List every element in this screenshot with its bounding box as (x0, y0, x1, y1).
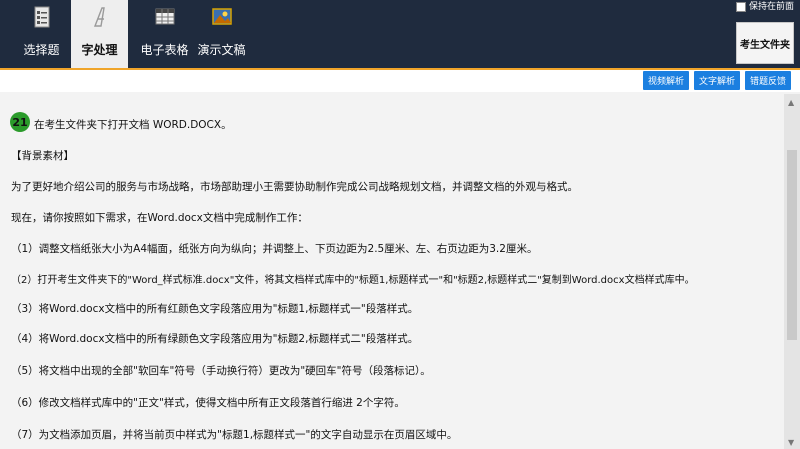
picture-icon (212, 8, 232, 25)
task-item: （4）将Word.docx文档中的所有绿颜色文字段落应用为"标题2,标题样式二"… (11, 333, 419, 345)
tab-word-processing[interactable]: 字处理 (71, 0, 128, 68)
scroll-up-arrow-icon[interactable]: ▲ (788, 98, 796, 107)
text-analysis-button[interactable]: 文字解析 (694, 71, 740, 90)
task-item: （1）调整文档纸张大小为A4幅面，纸张方向为纵向；并调整上、下页边距为2.5厘米… (11, 243, 538, 255)
keep-on-top-label: 保持在前面 (749, 2, 795, 12)
scrollbar-thumb[interactable] (787, 150, 797, 340)
task-item: （2）打开考生文件夹下的"Word_样式标准.docx"文件，将其文档样式库中的… (11, 275, 695, 286)
error-feedback-button[interactable]: 错题反馈 (745, 71, 791, 90)
tab-label: 演示文稿 (197, 43, 246, 57)
letter-a-icon (93, 7, 105, 27)
tab-label: 字处理 (81, 43, 118, 57)
question-number-badge: 21 (10, 112, 30, 132)
task-item: （5）将文档中出现的全部"软回车"符号（手动换行符）更改为"硬回车"符号（段落标… (11, 365, 431, 377)
keep-on-top-option[interactable]: 保持在前面 (736, 1, 794, 13)
instruction-text: 现在，请你按照如下需求，在Word.docx文档中完成制作工作： (11, 212, 308, 224)
video-analysis-button[interactable]: 视频解析 (643, 71, 689, 90)
question-title: 在考生文件夹下打开文档 WORD.DOCX。 (34, 119, 232, 131)
tab-label: 选择题 (23, 43, 60, 57)
document-list-icon (34, 6, 50, 28)
candidate-folder-button[interactable]: 考生文件夹 (736, 22, 794, 64)
tab-presentation[interactable]: 演示文稿 (193, 0, 250, 68)
tab-spreadsheet[interactable]: 电子表格 (136, 0, 193, 68)
tab-choice[interactable]: 选择题 (13, 0, 70, 68)
task-item: （6）修改文档样式库中的"正文"样式，使得文档中所有正文段落首行缩进 2个字符。 (11, 397, 405, 409)
tab-label: 电子表格 (140, 43, 189, 57)
keep-on-top-checkbox[interactable] (736, 1, 746, 12)
intro-text: 为了更好地介绍公司的服务与市场战略，市场部助理小王需要协助制作完成公司战略规划文… (11, 181, 578, 193)
spreadsheet-icon (155, 8, 175, 25)
task-item: （3）将Word.docx文档中的所有红颜色文字段落应用为"标题1,标题样式一"… (11, 303, 419, 315)
section-heading: 【背景素材】 (11, 150, 74, 162)
task-item: （7）为文档添加页眉，并将当前页中样式为"标题1,标题样式一"的文字自动显示在页… (11, 429, 458, 441)
scroll-down-arrow-icon[interactable]: ▼ (788, 438, 796, 447)
